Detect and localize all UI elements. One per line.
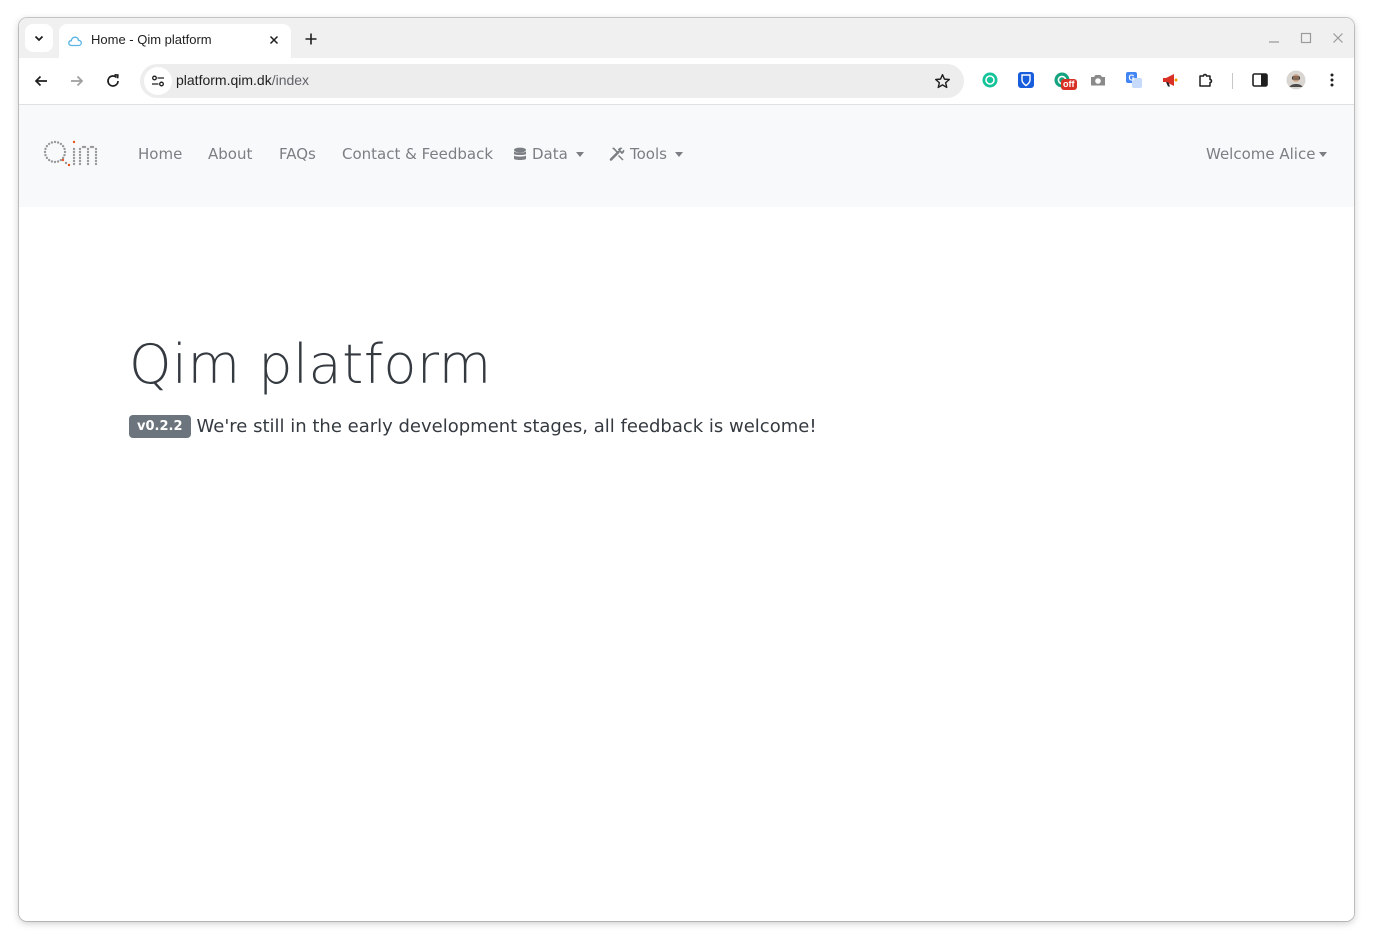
url-host: platform.qim.dk <box>176 72 272 88</box>
qim-logo-icon <box>43 140 98 167</box>
tools-icon <box>609 146 625 162</box>
arrow-left-icon <box>34 75 47 87</box>
arrow-right-icon <box>71 75 84 87</box>
web-page: Home About FAQs Contact & Feedback Data <box>19 105 1354 921</box>
nav-contact-feedback[interactable]: Contact & Feedback <box>342 145 493 163</box>
tab-title: Home - Qim platform <box>91 32 212 47</box>
nav-contact-label: Contact & Feedback <box>342 145 494 163</box>
translate-extension-button[interactable]: G <box>1123 69 1145 91</box>
hero-lead: v0.2.2 We're still in the early developm… <box>129 415 817 438</box>
translate-icon: G <box>1126 72 1142 88</box>
grammarly-extension-button[interactable]: off <box>1051 69 1077 91</box>
chevron-down-icon <box>34 35 44 42</box>
avatar <box>1286 70 1306 90</box>
maximize-icon <box>1300 32 1312 44</box>
browser-toolbar: platform.qim.dk/index off G <box>19 58 1354 105</box>
forward-button[interactable] <box>63 67 91 95</box>
address-bar[interactable]: platform.qim.dk/index <box>140 64 964 98</box>
bitwarden-extension-button[interactable] <box>1015 69 1037 91</box>
page-title: Qim platform <box>129 333 492 396</box>
close-icon <box>269 35 279 45</box>
caret-down-icon <box>674 152 683 157</box>
minimize-icon <box>1269 41 1279 43</box>
close-icon <box>1333 33 1343 43</box>
reload-button[interactable] <box>99 67 127 95</box>
new-tab-button[interactable] <box>299 27 323 51</box>
brand-logo[interactable] <box>43 136 103 168</box>
maximize-button[interactable] <box>1296 28 1316 48</box>
minimize-button[interactable] <box>1264 28 1284 48</box>
nav-faqs-label: FAQs <box>279 145 316 163</box>
url-text: platform.qim.dk/index <box>176 72 309 88</box>
close-window-button[interactable] <box>1328 28 1348 48</box>
browser-menu-button[interactable] <box>1321 69 1343 91</box>
extensions-menu-button[interactable] <box>1195 69 1217 91</box>
cloud-icon <box>68 36 82 47</box>
nav-data-dropdown[interactable]: Data <box>513 145 584 163</box>
site-navbar: Home About FAQs Contact & Feedback Data <box>19 105 1354 207</box>
tab-close-button[interactable] <box>265 31 283 49</box>
url-path: /index <box>271 72 310 88</box>
nav-tools-dropdown[interactable]: Tools <box>609 145 683 163</box>
puzzle-icon <box>1199 73 1213 87</box>
screenshot-extension-button[interactable] <box>1087 69 1109 91</box>
grammar-extension-icon <box>982 72 998 88</box>
lead-text: We're still in the early development sta… <box>196 416 817 437</box>
user-menu-label: Welcome Alice <box>1206 145 1316 163</box>
caret-down-icon <box>575 152 584 157</box>
extension-off-badge: off <box>1061 79 1077 90</box>
back-button[interactable] <box>27 67 55 95</box>
side-panel-button[interactable] <box>1249 69 1271 91</box>
caret-down-icon <box>1319 152 1328 157</box>
profile-button[interactable] <box>1285 69 1307 91</box>
tab-strip: Home - Qim platform <box>19 18 1354 58</box>
reload-icon <box>107 73 119 87</box>
svg-text:G: G <box>1129 74 1135 83</box>
nav-home[interactable]: Home <box>138 145 182 163</box>
toolbar-separator <box>1232 73 1233 89</box>
plus-icon <box>305 33 317 45</box>
nav-tools-label: Tools <box>630 145 667 163</box>
browser-window: Home - Qim platform platform.qim.dk/inde… <box>19 18 1354 921</box>
side-panel-icon <box>1252 73 1268 87</box>
version-badge: v0.2.2 <box>129 415 191 438</box>
nav-about-label: About <box>208 145 253 163</box>
site-info-button[interactable] <box>144 67 172 95</box>
nav-data-label: Data <box>532 145 568 163</box>
nav-faqs[interactable]: FAQs <box>279 145 316 163</box>
nav-home-label: Home <box>138 145 183 163</box>
tune-icon <box>152 75 164 87</box>
user-menu-dropdown[interactable]: Welcome Alice <box>1206 145 1328 163</box>
tab-search-button[interactable] <box>25 24 53 52</box>
active-tab[interactable]: Home - Qim platform <box>59 24 291 58</box>
camera-icon <box>1091 75 1105 86</box>
database-icon <box>513 147 527 162</box>
nav-about[interactable]: About <box>208 145 252 163</box>
more-vert-icon <box>1330 73 1334 87</box>
star-icon <box>934 73 950 88</box>
megaphone-icon <box>1163 74 1178 87</box>
bookmark-button[interactable] <box>932 71 952 91</box>
grammar-extension-button[interactable] <box>979 69 1001 91</box>
shield-icon <box>1018 72 1034 88</box>
announcement-extension-button[interactable] <box>1159 69 1181 91</box>
